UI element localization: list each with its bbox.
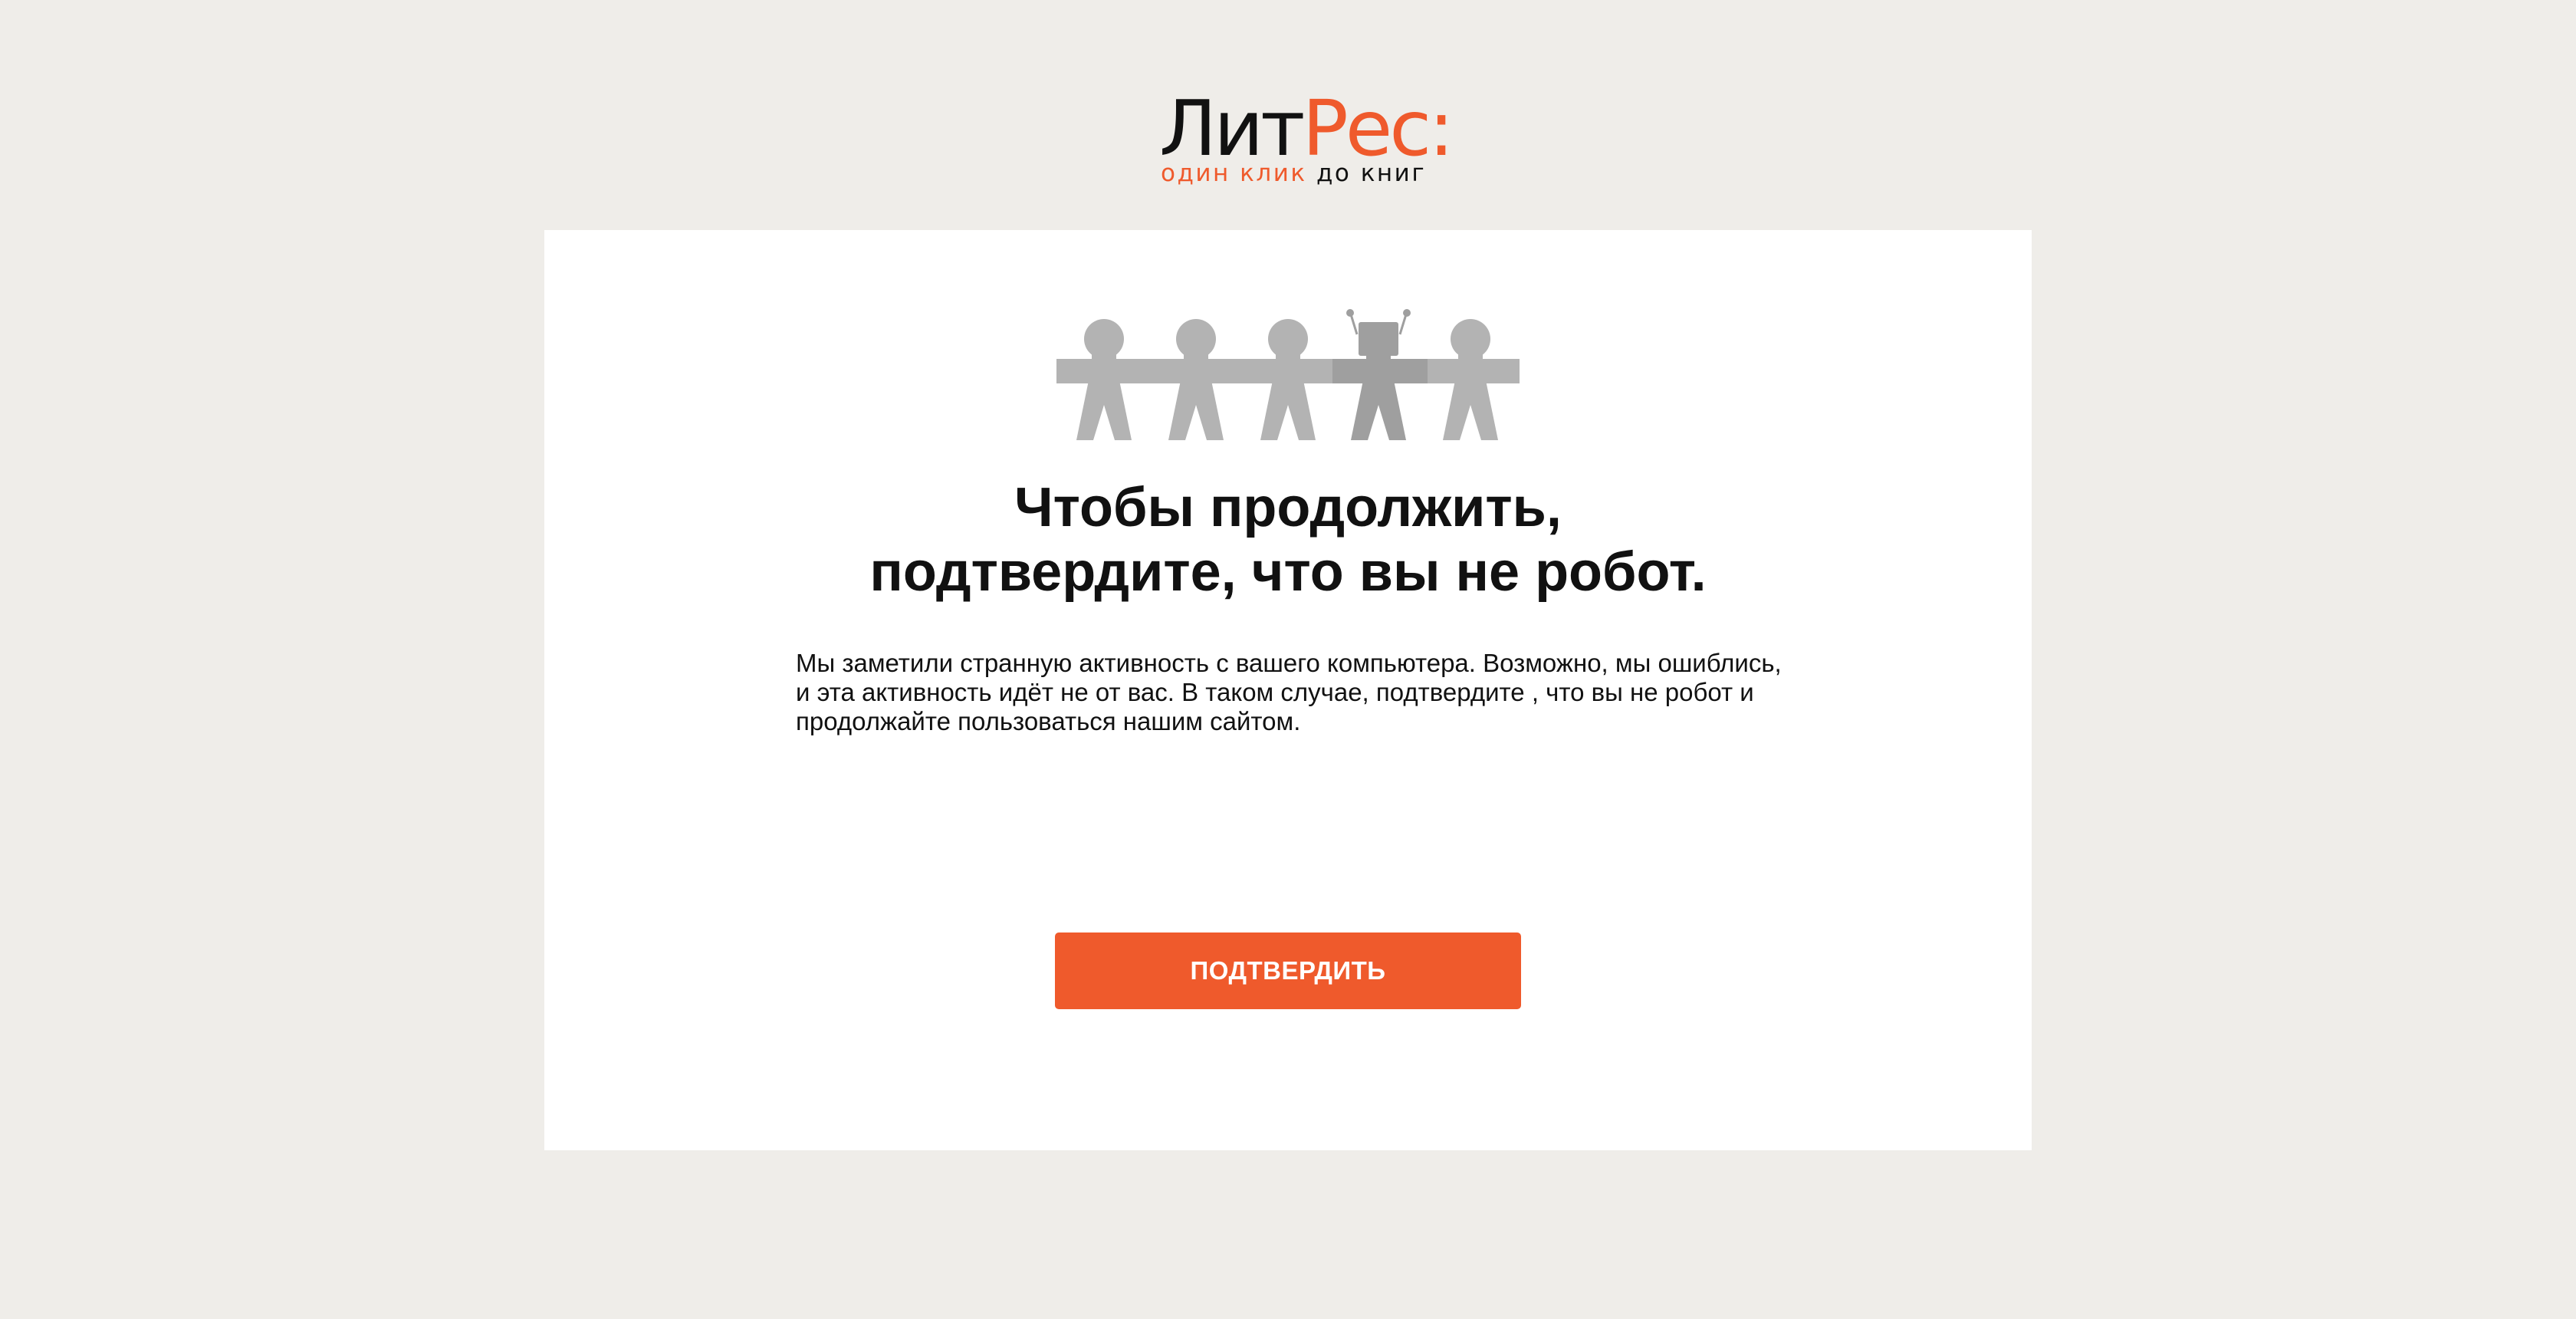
page-title-line-2: подтвердите, что вы не робот.: [869, 541, 1707, 603]
paper-chain-people-with-robot-icon: [1056, 307, 1524, 460]
page-title: Чтобы продолжить, подтвердите, что вы не…: [544, 475, 2032, 604]
description-text: Мы заметили странную активность с вашего…: [796, 649, 1782, 735]
page-title-line-1: Чтобы продолжить,: [1014, 477, 1562, 538]
litres-logo[interactable]: ЛитРес: один клик до книг: [1159, 83, 1454, 190]
confirm-button[interactable]: ПОДТВЕРДИТЬ: [1055, 933, 1521, 1009]
logo-tagline-part1: один клик: [1161, 160, 1307, 187]
logo-tagline: один клик до книг: [1161, 158, 1426, 189]
logo-tagline-part2: до книг: [1316, 160, 1427, 187]
captcha-card: Чтобы продолжить, подтвердите, что вы не…: [544, 230, 2032, 1150]
